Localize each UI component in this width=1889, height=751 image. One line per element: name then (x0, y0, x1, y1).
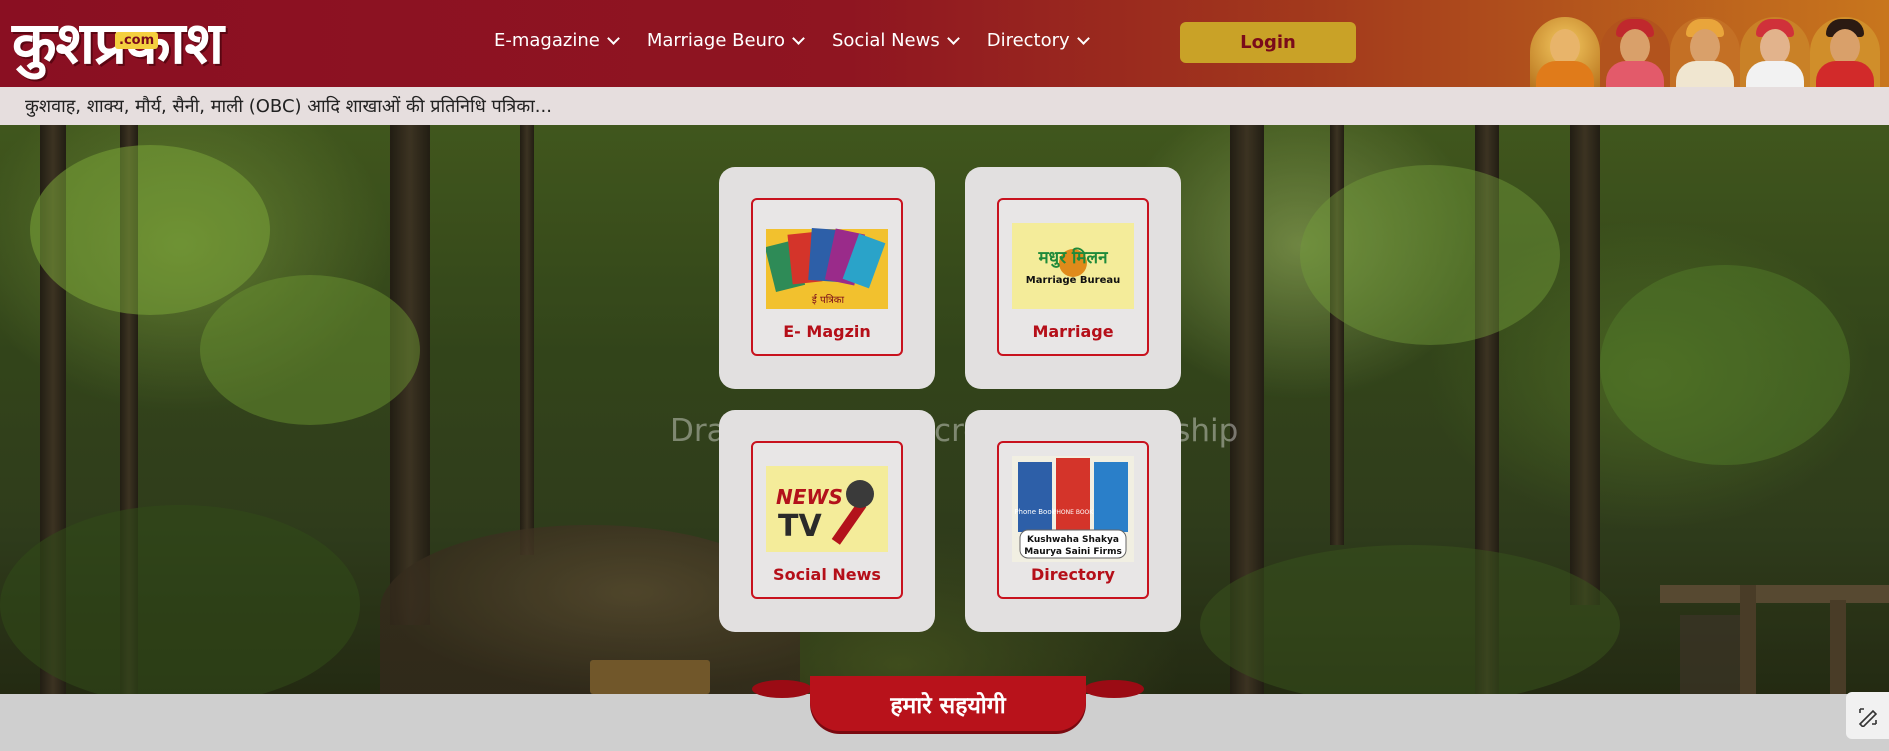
portrait-image (1740, 17, 1810, 87)
directory-line-1: Kushwaha Shakya (1027, 535, 1119, 545)
chevron-down-icon (946, 31, 960, 45)
login-button[interactable]: Login (1180, 22, 1356, 63)
annotate-tool-icon[interactable] (1846, 692, 1889, 739)
directory-books-image: Phone Book PHONE BOOK Kushwaha Shakya Ma… (1012, 456, 1134, 562)
nav-item-e-magazine[interactable]: E-magazine (494, 30, 620, 51)
site-header: कुशप्रकाश .com E-magazine Marriage Beuro… (0, 0, 1889, 87)
ribbon-title: हमारे सहयोगी (810, 676, 1086, 731)
book-title: PHONE BOOK (1053, 509, 1094, 516)
portrait-image (1600, 17, 1670, 87)
card-e-magazine[interactable]: ई पत्रिका E- Magzin (719, 167, 935, 389)
chevron-down-icon (792, 31, 805, 45)
portrait-image (1530, 17, 1600, 87)
nav-item-label: Social News (831, 30, 940, 51)
card-frame: Phone Book PHONE BOOK Kushwaha Shakya Ma… (997, 441, 1149, 599)
card-frame: ई पत्रिका E- Magzin (751, 198, 903, 356)
card-directory[interactable]: Phone Book PHONE BOOK Kushwaha Shakya Ma… (965, 410, 1181, 632)
logo-badge: .com (115, 32, 159, 49)
card-label: Marriage (1032, 322, 1114, 341)
tagline-text: कुशवाह, शाक्य, मौर्य, सैनी, माली (OBC) आ… (25, 96, 552, 117)
nav-item-label: Directory (986, 30, 1070, 51)
card-social-news[interactable]: NEWS TV Social News (719, 410, 935, 632)
card-label: E- Magzin (783, 322, 871, 341)
magazines-image: ई पत्रिका (766, 228, 888, 309)
marriage-bureau-image: मधुर मिलन Marriage Bureau (1012, 223, 1134, 309)
hero-forest-background: Draw a shape to create a screenship ई पत… (0, 125, 1889, 694)
leaders-portraits (1530, 14, 1889, 87)
news-logo-subtitle: TV (778, 509, 822, 544)
nav-item-label: Marriage Beuro (646, 30, 785, 51)
portrait-image (1670, 17, 1740, 87)
card-label: Directory (1031, 565, 1115, 584)
nav-item-social-news[interactable]: Social News (831, 30, 960, 51)
card-frame: NEWS TV Social News (751, 441, 903, 599)
news-logo-title: NEWS (776, 485, 843, 509)
site-logo[interactable]: कुशप्रकाश .com (12, 8, 312, 78)
card-marriage[interactable]: मधुर मिलन Marriage Bureau Marriage (965, 167, 1181, 389)
book-title: Phone Book (1014, 508, 1056, 516)
news-tv-image: NEWS TV (766, 466, 888, 552)
nav-item-directory[interactable]: Directory (986, 30, 1090, 51)
portrait-image (1810, 17, 1880, 87)
magazine-caption: ई पत्रिका (812, 294, 845, 306)
nav-item-marriage-beuro[interactable]: Marriage Beuro (646, 30, 805, 51)
chevron-down-icon (606, 31, 620, 45)
chevron-down-icon (1076, 31, 1090, 45)
directory-line-2: Maurya Saini Firms (1024, 547, 1122, 557)
nav-item-label: E-magazine (494, 30, 600, 51)
tagline-bar: कुशवाह, शाक्य, मौर्य, सैनी, माली (OBC) आ… (0, 87, 1889, 125)
card-frame: मधुर मिलन Marriage Bureau Marriage (997, 198, 1149, 356)
marriage-logo-title: मधुर मिलन (1037, 247, 1108, 268)
marriage-logo-subtitle: Marriage Bureau (1026, 275, 1120, 286)
card-label: Social News (773, 565, 881, 584)
partners-ribbon: हमारे सहयोगी (752, 676, 1144, 731)
main-nav: E-magazine Marriage Beuro Social News Di… (494, 30, 1117, 51)
